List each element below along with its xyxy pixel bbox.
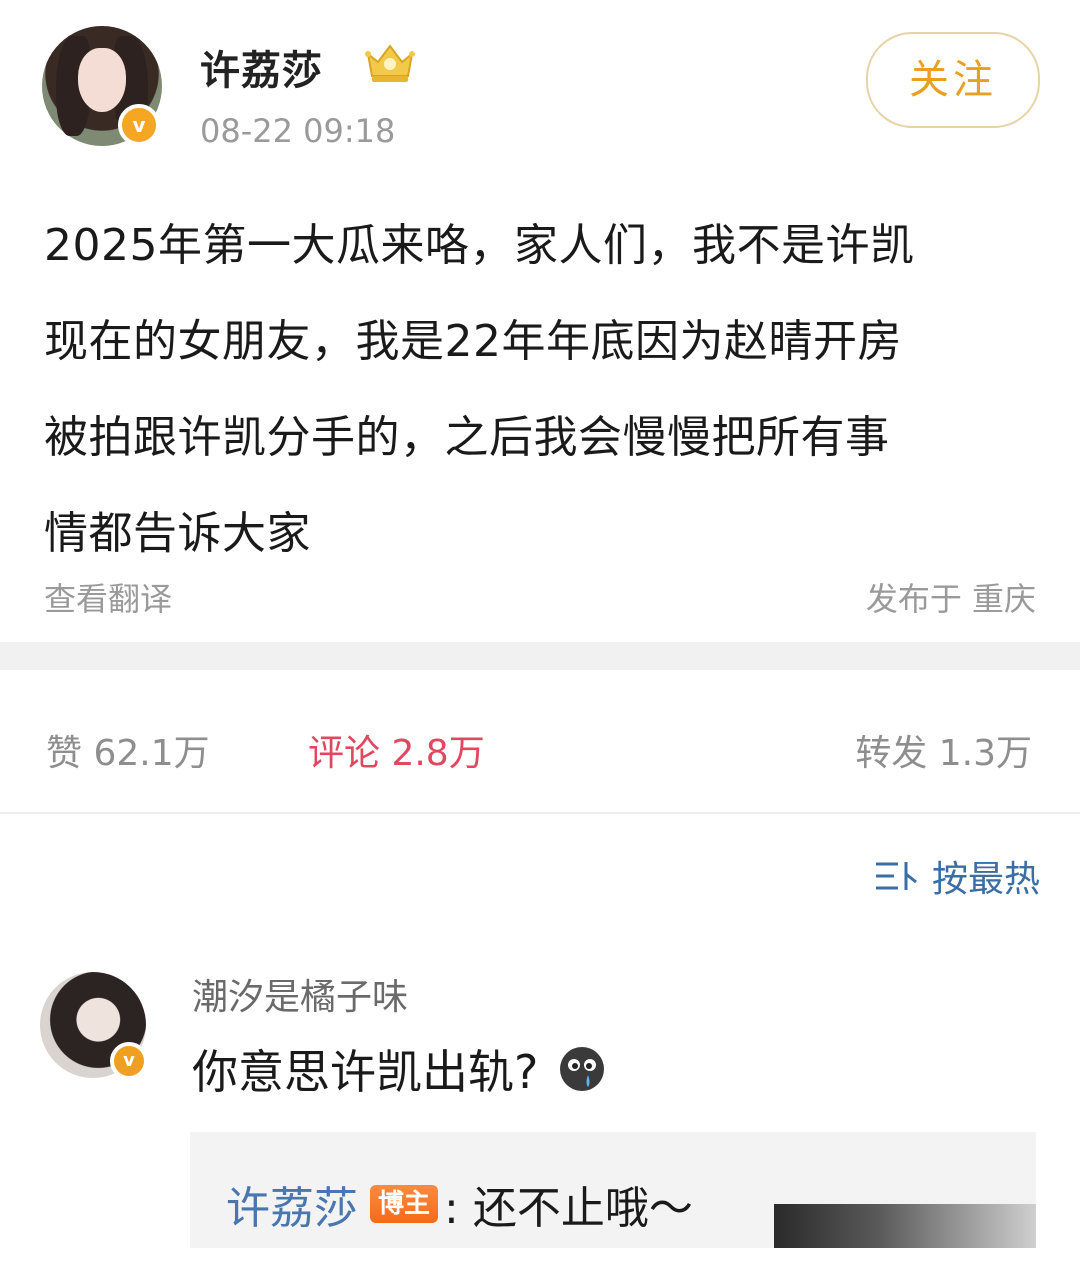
post-time: 08-22 09:18 — [200, 112, 396, 150]
reply-author[interactable]: 许荔莎 — [226, 1172, 358, 1236]
crying-emoji-icon — [560, 1047, 605, 1091]
sort-hot-button[interactable]: 按最热 — [874, 850, 1040, 902]
commenter-name[interactable]: 潮汐是橘子味 — [192, 968, 408, 1020]
translate-link[interactable]: 查看翻译 — [44, 574, 172, 620]
commenter-avatar[interactable]: v — [40, 972, 148, 1080]
divider — [0, 812, 1080, 814]
host-badge: 博主 — [370, 1185, 439, 1223]
author-avatar[interactable]: v — [42, 26, 162, 146]
reply-line: 许荔莎 博主 : 还不止哦～ — [226, 1172, 693, 1236]
comment-text: 你意思许凯出轨? — [192, 1036, 606, 1102]
watermark-bar — [774, 1204, 1036, 1248]
reply-text: : 还不止哦～ — [444, 1183, 693, 1234]
sort-label: 按最热 — [931, 859, 1040, 900]
avatar-face — [78, 48, 126, 112]
crown-icon — [365, 44, 415, 82]
repost-count[interactable]: 转发 1.3万 — [855, 724, 1032, 776]
post-body-line: 情都告诉大家 — [44, 508, 311, 559]
author-name[interactable]: 许荔莎 — [200, 38, 323, 96]
post-body: 2025年第一大瓜来咯，家人们，我不是许凯 现在的女朋友，我是22年年底因为赵晴… — [44, 198, 1044, 582]
like-count[interactable]: 赞 62.1万 — [46, 724, 210, 776]
follow-button[interactable]: 关注 — [866, 32, 1040, 128]
post-body-line: 被拍跟许凯分手的，之后我会慢慢把所有事 — [44, 412, 890, 463]
post-location: 发布于 重庆 — [865, 580, 1036, 618]
post-body-line: 2025年第一大瓜来咯，家人们，我不是许凯 — [44, 220, 915, 271]
section-divider — [0, 642, 1080, 670]
comment-body: 你意思许凯出轨? — [192, 1045, 539, 1099]
verified-badge-icon: v — [118, 104, 160, 146]
comment-count[interactable]: 评论 2.8万 — [308, 724, 485, 776]
verified-badge-icon: v — [110, 1042, 148, 1080]
sort-icon — [875, 862, 917, 890]
post-body-line: 现在的女朋友，我是22年年底因为赵晴开房 — [44, 316, 902, 367]
